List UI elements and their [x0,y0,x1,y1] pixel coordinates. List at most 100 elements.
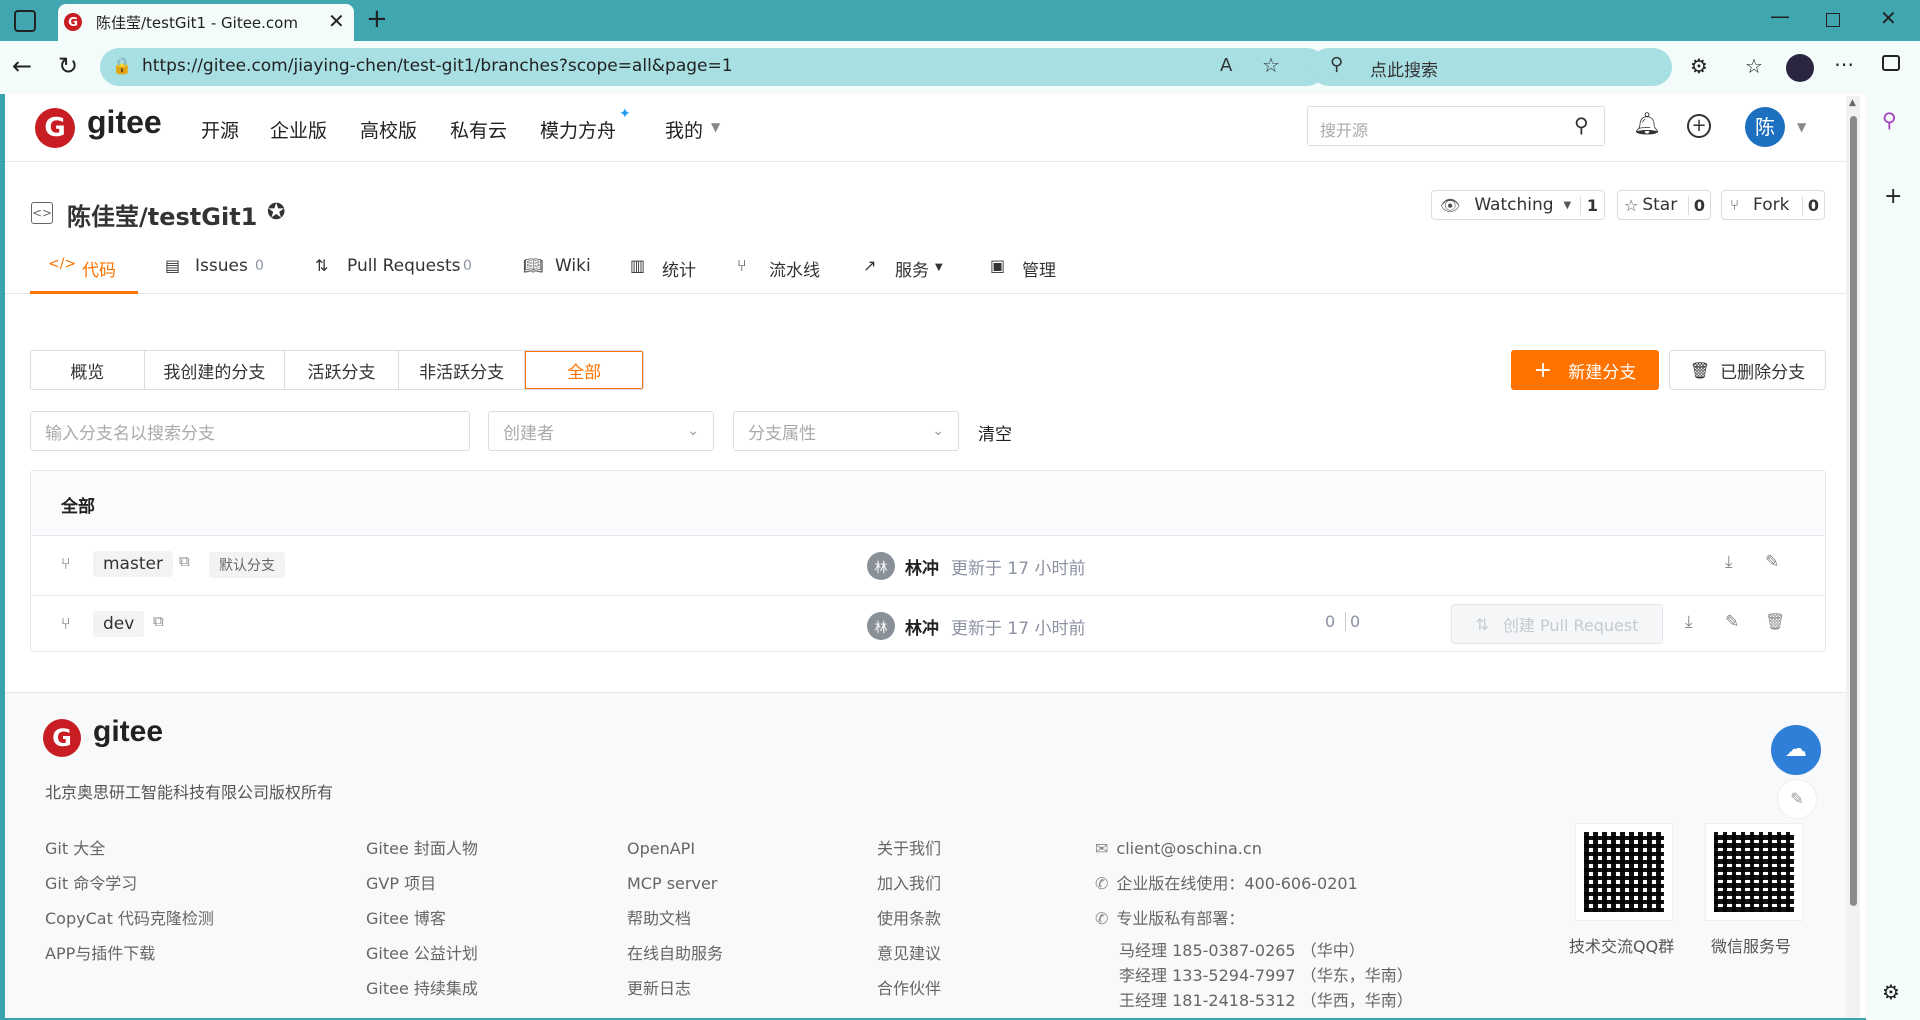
collections-icon[interactable]: ☆ [1745,54,1763,78]
footer-link[interactable]: 关于我们 [877,831,941,866]
download-icon[interactable]: ⤓ [1685,612,1693,632]
footer-link[interactable]: 合作伙伴 [877,971,941,1006]
nav-mine[interactable]: 我的 [665,116,703,143]
feedback-icon[interactable]: ✎ [1777,779,1817,819]
reload-icon[interactable]: ↻ [58,52,78,80]
nav-private-cloud[interactable]: 私有云 [450,116,507,143]
footer-link[interactable]: 帮助文档 [627,901,723,936]
footer-link[interactable]: 在线自助服务 [627,936,723,971]
nav-education[interactable]: 高校版 [360,116,417,143]
filter-active[interactable]: 活跃分支 [285,351,399,389]
star-button[interactable]: ☆ Star 0 [1617,190,1711,220]
search-panel-icon[interactable]: ⚲ [1882,108,1897,132]
repo-title[interactable]: 陈佳莹/testGit1 [67,197,257,232]
tab-wiki[interactable]: 📖︎ Wiki [523,244,603,294]
restore-icon[interactable] [1826,13,1840,27]
bell-icon[interactable]: 🔔︎ [1633,112,1661,137]
tab-stats[interactable]: ▥ 统计 [630,244,710,294]
footer-link[interactable]: OpenAPI [627,831,723,866]
filter-inactive[interactable]: 非活跃分支 [399,351,526,389]
email-text: client@oschina.cn [1116,839,1262,858]
copy-icon[interactable]: ⧉ [153,612,164,630]
header-search-input[interactable]: 搜开源 ⚲ [1307,106,1605,146]
footer-link[interactable]: Gitee 博客 [366,901,478,936]
browser-tab[interactable]: G 陈佳莹/testGit1 - Gitee.com ✕ [58,4,354,41]
footer-link[interactable]: Git 命令学习 [45,866,214,901]
deleted-branches-button[interactable]: 🗑︎ 已删除分支 [1669,350,1826,390]
filter-all[interactable]: 全部 [525,351,643,389]
branch-attr-select[interactable]: 分支属性 ⌄ [733,411,959,451]
back-icon[interactable]: ← [12,52,32,80]
settings-icon[interactable]: ⚙ [1882,980,1900,1004]
gitee-logo-icon[interactable]: G [35,108,75,148]
gitee-logo-icon[interactable]: G [43,719,81,757]
tab-services[interactable]: ↗ 服务 ▼ [863,244,963,294]
avatar[interactable]: 林 [867,552,895,580]
search-icon[interactable]: ⚲ [1574,113,1589,137]
footer-col-resources: Git 大全 Git 命令学习 CopyCat 代码克隆检测 APP与插件下载 [45,831,214,971]
download-icon[interactable]: ⤓ [1725,552,1733,572]
avatar[interactable]: 林 [867,612,895,640]
nav-moli[interactable]: 模力方舟 [540,116,616,143]
footer-link[interactable]: APP与插件下载 [45,936,214,971]
filter-mine[interactable]: 我创建的分支 [145,351,286,389]
branch-name-dev[interactable]: dev [93,611,145,637]
add-panel-icon[interactable]: + [1884,184,1902,209]
scroll-up-icon[interactable]: ▲ [1849,98,1856,108]
gitee-logo-text[interactable]: gitee [87,104,162,141]
creator-select[interactable]: 创建者 ⌄ [488,411,714,451]
footer-logo-text[interactable]: gitee [93,715,163,749]
branch-author[interactable]: 林冲 [905,554,939,579]
footer-link[interactable]: 更新日志 [627,971,723,1006]
url-field[interactable]: 🔒 https://gitee.com/jiaying-chen/test-gi… [100,48,1326,86]
sidebar-toggle-icon[interactable] [14,10,36,32]
footer-link[interactable]: MCP server [627,866,723,901]
favorite-icon[interactable]: ☆ [1262,53,1280,77]
filter-overview[interactable]: 概览 [31,351,145,389]
footer-link[interactable]: GVP 项目 [366,866,478,901]
tab-issues[interactable]: ▤ Issues 0 [165,244,275,294]
email-row[interactable]: ✉ client@oschina.cn [1095,831,1358,866]
footer-link[interactable]: Gitee 持续集成 [366,971,478,1006]
footer-link[interactable]: 使用条款 [877,901,941,936]
tab-pipeline[interactable]: ⑂ 流水线 [737,244,837,294]
clear-filters-link[interactable]: 清空 [978,420,1012,445]
new-branch-button[interactable]: + 新建分支 [1511,350,1659,390]
more-icon[interactable]: ⋯ [1834,52,1854,76]
window-close-icon[interactable]: ✕ [1880,6,1897,30]
tab-manage[interactable]: ▣ 管理 [990,244,1080,294]
new-tab-icon[interactable]: + [366,4,388,34]
browser-search-field[interactable]: ⚲ 点此搜索 [1310,48,1672,86]
footer-link[interactable]: Gitee 公益计划 [366,936,478,971]
watch-button[interactable]: 👁︎ Watching ▼ 1 [1431,190,1605,220]
sidebar-panel-icon[interactable] [1882,55,1900,71]
tab-code[interactable]: </> 代码 [30,244,138,294]
footer-link[interactable]: 加入我们 [877,866,941,901]
branch-name-master[interactable]: master [93,551,173,577]
chevron-down-icon[interactable]: ▼ [1797,120,1806,134]
scrollbar-thumb[interactable] [1850,116,1857,906]
branch-search-input[interactable]: 输入分支名以搜索分支 [30,411,470,451]
avatar[interactable]: 陈 [1745,107,1785,147]
fork-button[interactable]: ⑂ Fork 0 [1721,190,1825,220]
footer-link[interactable]: Git 大全 [45,831,214,866]
minimize-icon[interactable]: — [1770,4,1790,28]
copy-icon[interactable]: ⧉ [179,552,190,570]
profile-avatar[interactable] [1786,54,1814,82]
edit-icon[interactable]: ✎ [1725,612,1739,632]
tab-pull-requests[interactable]: ⇅ Pull Requests 0 [315,244,475,294]
chat-bubble-icon[interactable]: ☁ [1771,725,1821,775]
delete-icon[interactable]: 🗑︎ [1765,612,1785,631]
plus-circle-icon[interactable]: + [1687,114,1711,138]
branch-author[interactable]: 林冲 [905,614,939,639]
footer-link[interactable]: Gitee 封面人物 [366,831,478,866]
extensions-icon[interactable]: ⚙ [1690,54,1708,78]
footer-link[interactable]: 意见建议 [877,936,941,971]
read-aloud-icon[interactable]: A [1220,55,1232,76]
nav-open-source[interactable]: 开源 [201,116,239,143]
nav-enterprise[interactable]: 企业版 [270,116,327,143]
edit-icon[interactable]: ✎ [1765,552,1779,572]
footer-link[interactable]: CopyCat 代码克隆检测 [45,901,214,936]
create-pull-request-button[interactable]: ⇅ 创建 Pull Request [1451,604,1663,644]
close-icon[interactable]: ✕ [328,9,345,33]
